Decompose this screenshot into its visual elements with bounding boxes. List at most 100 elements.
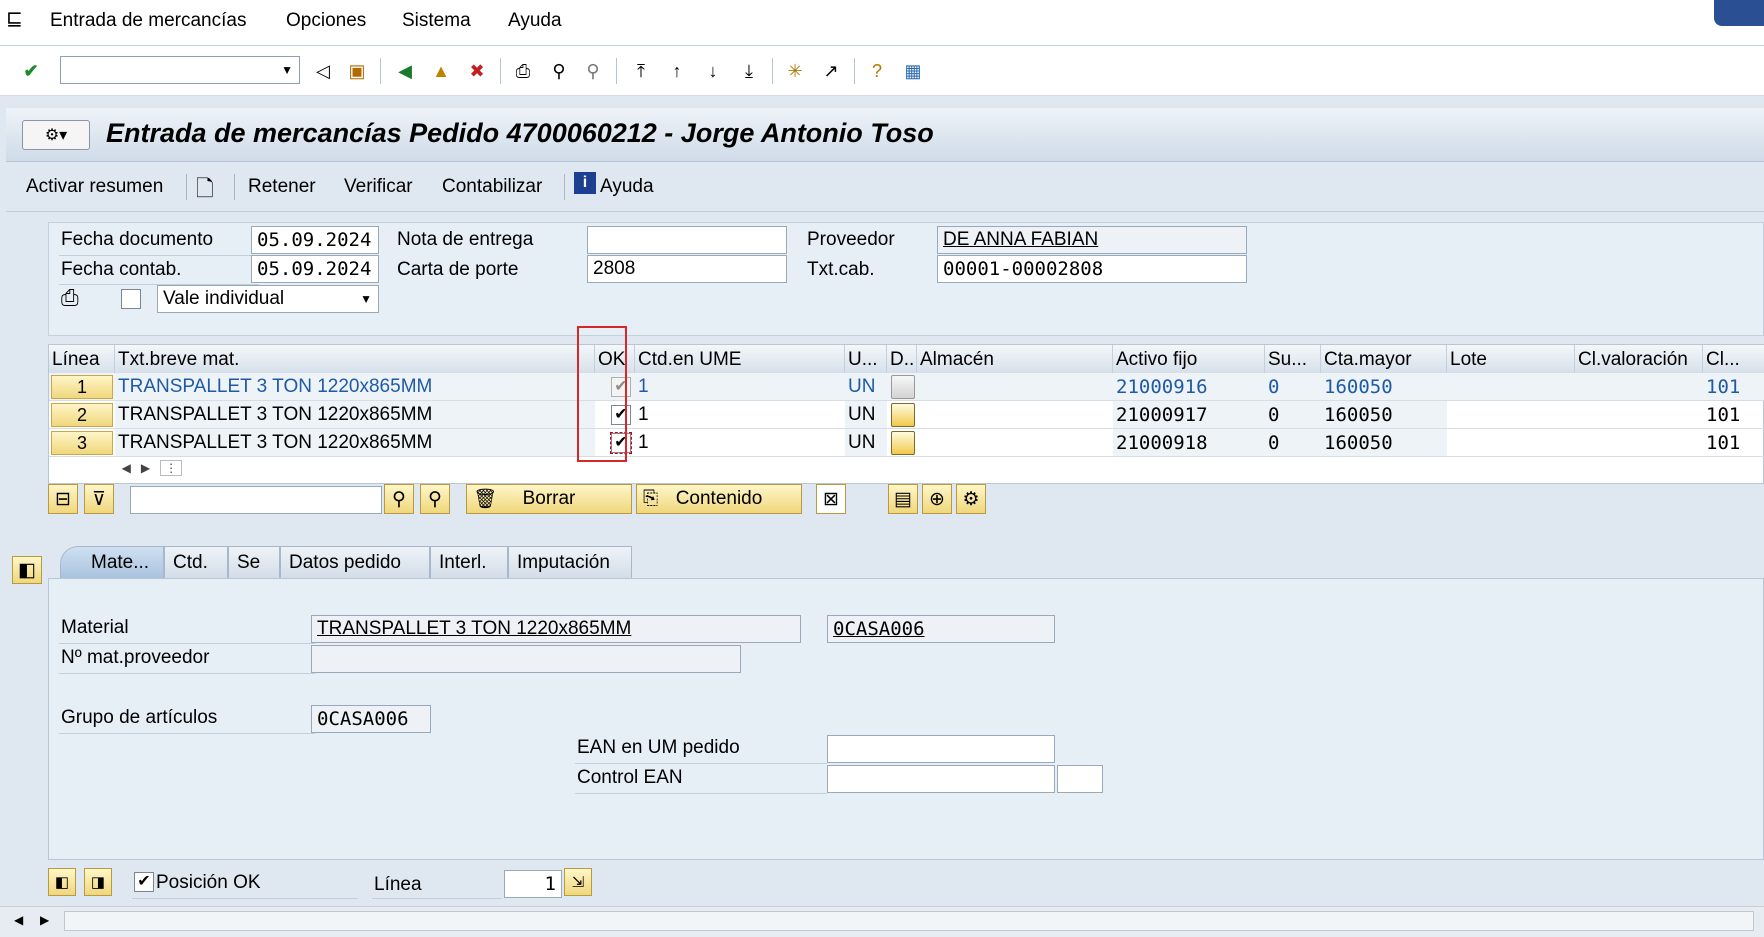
exit-icon[interactable]: ▲ (428, 58, 454, 84)
next-item-icon[interactable]: ◨ (84, 868, 112, 896)
table-row[interactable]: 1 TRANSPALLET 3 TON 1220x865MM ✔ 1 UN 21… (49, 373, 1764, 401)
col-valuation[interactable]: Cl.valoración (1575, 345, 1703, 373)
col-storage[interactable]: Almacén (917, 345, 1113, 373)
material-text-field: TRANSPALLET 3 TON 1220x865MM (311, 615, 801, 643)
check-button[interactable]: Verificar (344, 176, 413, 198)
menu-entrada[interactable]: Entrada de mercancías (50, 10, 246, 32)
filter-icon[interactable]: ⊽ (84, 484, 114, 514)
system-menu-icon[interactable]: ⊑ (6, 6, 23, 31)
horizontal-scrollbar[interactable]: ◀ ▶ (0, 906, 1764, 937)
vendor-material-field (311, 645, 741, 673)
row-line-button[interactable]: 2 (51, 403, 113, 427)
col-sub[interactable]: Su... (1265, 345, 1321, 373)
post-button[interactable]: Contabilizar (442, 176, 542, 198)
menu-sistema[interactable]: Sistema (402, 10, 471, 32)
col-gl[interactable]: Cta.mayor (1321, 345, 1447, 373)
print-checkbox[interactable] (121, 289, 141, 309)
contents-button[interactable]: ⎘ Contenido (636, 484, 802, 514)
print-icon[interactable]: ⎙ (61, 285, 79, 311)
slip-type-select[interactable]: Vale individual ▼ (157, 285, 379, 313)
document-icon[interactable] (891, 375, 915, 399)
col-text[interactable]: Txt.breve mat. (115, 345, 595, 373)
services-icon[interactable]: ⚙▾ (22, 120, 90, 150)
scroll-right-icon[interactable]: ▶ (40, 913, 49, 927)
menu-ayuda[interactable]: Ayuda (508, 10, 562, 32)
document-icon[interactable] (891, 431, 915, 455)
delete-button[interactable]: 🗑 Borrar (466, 484, 632, 514)
col-batch[interactable]: Lote (1447, 345, 1575, 373)
menu-opciones[interactable]: Opciones (286, 10, 366, 32)
add-icon[interactable]: ⊕ (922, 484, 952, 514)
bill-of-lading-field[interactable]: 2808 (587, 255, 787, 283)
previous-page-icon[interactable]: ↑ (664, 58, 690, 84)
last-page-icon[interactable]: ⤓ (736, 58, 762, 84)
row-line-button[interactable]: 3 (51, 431, 113, 455)
back-icon[interactable]: ◀ (392, 58, 418, 84)
col-unit[interactable]: U... (845, 345, 887, 373)
table-scrollbar[interactable]: ◀ ▶ ⋮ (115, 460, 235, 481)
tab-se[interactable]: Se (228, 546, 280, 578)
col-cl[interactable]: Cl... (1703, 345, 1764, 373)
position-ok-checkbox[interactable]: ✔ (134, 872, 154, 892)
col-qty[interactable]: Ctd.en UME (635, 345, 845, 373)
delivery-note-field[interactable] (587, 226, 787, 254)
title-bar: ⚙▾ Entrada de mercancías Pedido 47000602… (6, 108, 1764, 162)
header-text-field[interactable]: 00001-00002808 (937, 255, 1247, 283)
table-row[interactable]: 3 TRANSPALLET 3 TON 1220x865MM ✔ 1 UN 21… (49, 429, 1764, 457)
grid-search-input[interactable] (130, 486, 382, 514)
tab-partner[interactable]: Interl. (430, 546, 508, 578)
save-icon[interactable]: ▣ (344, 58, 370, 84)
material-group-label: Grupo de artículos (61, 707, 218, 728)
layout-icon[interactable]: ▦ (900, 58, 926, 84)
row-line-button[interactable]: 1 (51, 375, 113, 399)
col-asset[interactable]: Activo fijo (1113, 345, 1265, 373)
info-icon[interactable]: i (574, 172, 596, 194)
ean-control-field-2[interactable] (1057, 765, 1103, 793)
hold-button[interactable]: Retener (248, 176, 316, 198)
document-icon[interactable] (891, 403, 915, 427)
find-icon[interactable]: ⚲ (384, 484, 414, 514)
command-field[interactable]: ▼ (60, 56, 300, 84)
expand-icon[interactable]: ⊠ (816, 484, 846, 514)
window-decoration (1714, 0, 1764, 26)
new-session-icon[interactable]: ✳ (782, 58, 808, 84)
next-page-icon[interactable]: ↓ (700, 58, 726, 84)
detail-icon[interactable]: ▤ (888, 484, 918, 514)
detail-toggle-icon[interactable]: ◧ (12, 556, 42, 584)
tab-quantity[interactable]: Ctd. (164, 546, 228, 578)
tab-purchase-order[interactable]: Datos pedido (280, 546, 430, 578)
enter-icon[interactable]: ✔ (18, 58, 44, 84)
find-icon[interactable]: ⚲ (546, 58, 572, 84)
print-icon[interactable]: ⎙ (510, 58, 536, 84)
table-row[interactable]: 2 TRANSPALLET 3 TON 1220x865MM ✔ 1 UN 21… (49, 401, 1764, 429)
standard-toolbar: ✔ ▼ ◁ ▣ ◀ ▲ ✖ ⎙ ⚲ ⚲ ⤒ ↑ ↓ ⤓ ✳ ↗ ? ▦ (0, 46, 1764, 96)
help-icon[interactable]: ? (864, 58, 890, 84)
doc-date-field[interactable]: 05.09.2024 (251, 226, 379, 254)
activate-summary-button[interactable]: Activar resumen (26, 176, 163, 198)
tab-material[interactable]: Mate... (60, 546, 164, 578)
line-number-field[interactable]: 1 (504, 870, 562, 898)
arrow-left-icon[interactable]: ◁ (310, 58, 336, 84)
ean-control-label: Control EAN (577, 767, 683, 788)
config-icon[interactable]: ⚙ (956, 484, 986, 514)
first-page-icon[interactable]: ⤒ (628, 58, 654, 84)
scroll-track[interactable] (64, 911, 1754, 931)
new-document-icon[interactable]: 🗋 (196, 172, 214, 210)
help-button[interactable]: Ayuda (600, 176, 654, 198)
material-label: Material (61, 617, 129, 638)
ean-field[interactable] (827, 735, 1055, 763)
previous-item-icon[interactable]: ◧ (48, 868, 76, 896)
find-next-icon[interactable]: ⚲ (420, 484, 450, 514)
find-next-icon[interactable]: ⚲ (580, 58, 606, 84)
scroll-left-icon[interactable]: ◀ (14, 913, 23, 927)
go-to-line-icon[interactable]: ⇲ (564, 868, 592, 896)
post-date-field[interactable]: 05.09.2024 (251, 255, 379, 283)
col-line[interactable]: Línea (49, 345, 115, 373)
select-all-icon[interactable]: ⊟ (48, 484, 78, 514)
tab-account-assignment[interactable]: Imputación (508, 546, 632, 578)
header-section: Fecha documento 05.09.2024 Fecha contab.… (48, 222, 1764, 336)
ean-control-field[interactable] (827, 765, 1055, 793)
col-doc[interactable]: D... (887, 345, 917, 373)
cancel-icon[interactable]: ✖ (464, 58, 490, 84)
shortcut-icon[interactable]: ↗ (818, 58, 844, 84)
